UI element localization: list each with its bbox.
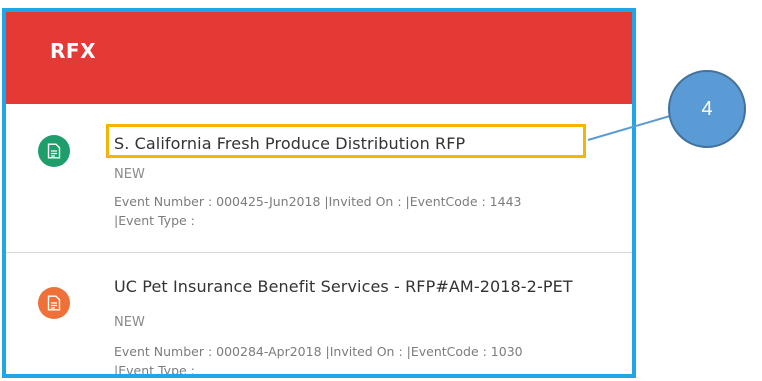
details-line: |Event Type : bbox=[114, 213, 195, 228]
details-line: |Event Type : bbox=[114, 363, 195, 378]
document-icon bbox=[38, 287, 70, 319]
event-details: Event Number : 000284-Apr2018 |Invited O… bbox=[114, 342, 632, 378]
status-badge: NEW bbox=[114, 315, 145, 330]
details-line: Event Number : 000284-Apr2018 |Invited O… bbox=[114, 344, 523, 359]
event-title[interactable]: UC Pet Insurance Benefit Services - RFP#… bbox=[114, 277, 573, 296]
list-item[interactable]: UC Pet Insurance Benefit Services - RFP#… bbox=[6, 253, 632, 378]
status-badge: NEW bbox=[114, 167, 145, 182]
callout-marker: 4 bbox=[668, 70, 746, 148]
rfx-panel: RFX S. California Fresh Produce Distribu… bbox=[2, 8, 636, 378]
rfx-header: RFX bbox=[6, 12, 632, 104]
panel-title: RFX bbox=[50, 39, 96, 63]
title-highlight-box bbox=[106, 124, 586, 158]
document-icon bbox=[38, 135, 70, 167]
callout-number: 4 bbox=[701, 97, 713, 120]
details-line: Event Number : 000425-Jun2018 |Invited O… bbox=[114, 194, 522, 209]
event-details: Event Number : 000425-Jun2018 |Invited O… bbox=[114, 192, 632, 230]
